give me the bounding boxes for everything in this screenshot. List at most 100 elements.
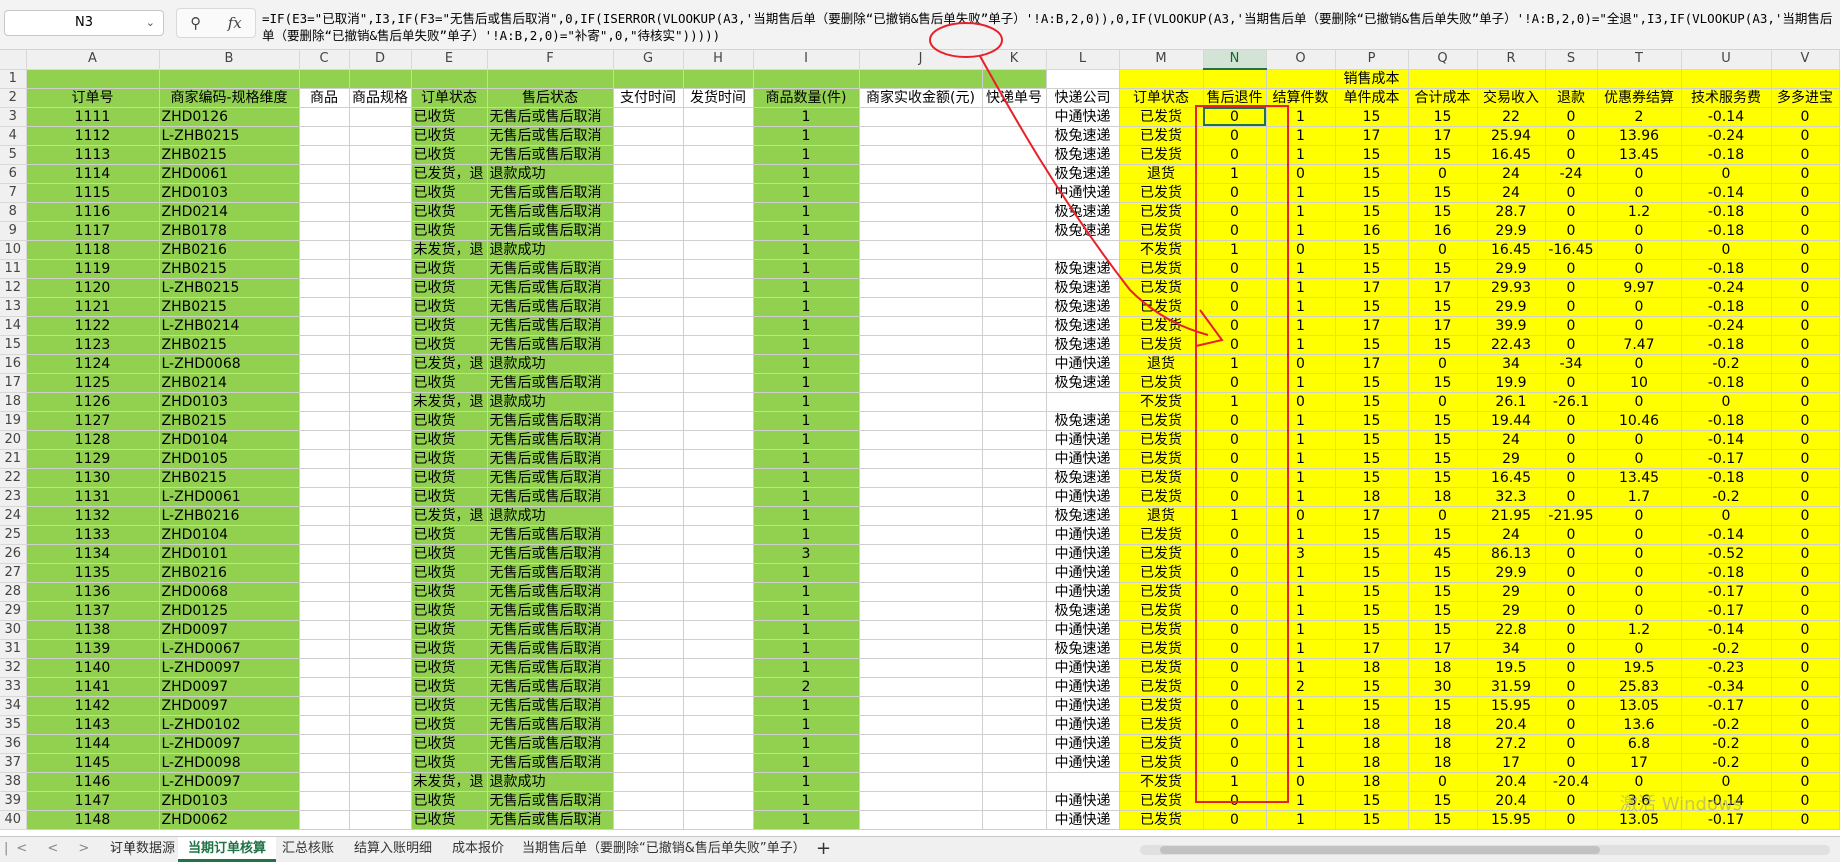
cell[interactable]: 28.7 [1477,202,1546,222]
header-cell[interactable]: 多多进宝 [1771,88,1840,108]
cell[interactable] [683,810,754,830]
cell[interactable]: 24 [1477,525,1546,545]
cell[interactable] [859,221,983,241]
cell[interactable]: 15 [1335,563,1409,583]
cell[interactable]: 10.46 [1597,411,1682,431]
cell[interactable]: 86.13 [1477,544,1546,564]
cell[interactable]: 已发货 [1119,582,1204,602]
cell[interactable] [299,791,350,811]
cell[interactable]: 0 [1771,392,1840,412]
cell[interactable] [859,715,983,735]
cell[interactable]: 1134 [26,544,160,564]
cell[interactable] [613,183,684,203]
cell[interactable] [982,392,1047,412]
cell[interactable] [1203,69,1267,89]
cell[interactable]: -0.2 [1681,734,1772,754]
cell[interactable] [859,658,983,678]
cell[interactable]: 已收货 [411,696,488,716]
cell[interactable]: 0 [1597,544,1682,564]
cell[interactable]: 1119 [26,259,160,279]
cell[interactable]: L-ZHD0097 [159,734,300,754]
cell[interactable]: 已发货 [1119,259,1204,279]
cell[interactable]: 已发货 [1119,335,1204,355]
row-number[interactable]: 15 [0,335,27,355]
refund-return-cell[interactable]: 0 [1203,411,1267,431]
cell[interactable]: 0 [1771,487,1840,507]
header-cell[interactable]: 单件成本 [1335,88,1409,108]
cell[interactable]: 1128 [26,430,160,450]
cell[interactable] [859,240,983,260]
cell[interactable]: 中通快递 [1046,107,1120,127]
cell[interactable]: 1118 [26,240,160,260]
cell[interactable]: 17 [1335,639,1409,659]
cell[interactable]: 18 [1408,734,1478,754]
cell[interactable] [299,753,350,773]
cell[interactable]: L-ZHD0068 [159,354,300,374]
column-header-i[interactable]: I [753,50,860,70]
refund-return-cell[interactable]: 0 [1203,791,1267,811]
cell[interactable]: 0 [1771,639,1840,659]
cell[interactable]: -24 [1545,164,1598,184]
cell[interactable] [982,563,1047,583]
cell[interactable]: 已发货 [1119,297,1204,317]
row-number[interactable]: 33 [0,677,27,697]
cell[interactable]: 15 [1408,411,1478,431]
cell[interactable]: 中通快递 [1046,734,1120,754]
cell[interactable]: -0.14 [1681,183,1772,203]
cell[interactable]: 20.4 [1477,715,1546,735]
row-number[interactable]: 28 [0,582,27,602]
header-cell[interactable]: 商品数量(件) [753,88,860,108]
cell[interactable]: ZHD0126 [159,107,300,127]
cell[interactable]: 无售后或售后取消 [487,259,614,279]
cell[interactable]: 不发货 [1119,772,1204,792]
cell[interactable]: L-ZHD0102 [159,715,300,735]
cell[interactable]: 中通快递 [1046,677,1120,697]
column-header-q[interactable]: Q [1408,50,1478,70]
row-number[interactable]: 23 [0,487,27,507]
cell[interactable]: 0 [1266,354,1336,374]
cell[interactable] [859,544,983,564]
cell[interactable]: L-ZHB0215 [159,126,300,146]
cell[interactable]: 已收货 [411,563,488,583]
cell[interactable]: L-ZHB0216 [159,506,300,526]
cell[interactable]: 无售后或售后取消 [487,563,614,583]
cell[interactable]: 已发货 [1119,411,1204,431]
cell[interactable]: 已发货，退 [411,354,488,374]
cell[interactable]: 13.45 [1597,468,1682,488]
cell[interactable]: 已发货，退 [411,506,488,526]
cell[interactable]: 中通快递 [1046,563,1120,583]
scrollbar-thumb[interactable] [1160,846,1600,854]
cell[interactable] [859,69,983,89]
cell[interactable]: 1123 [26,335,160,355]
cell[interactable]: 0 [1545,126,1598,146]
cell[interactable] [982,373,1047,393]
cell[interactable] [299,620,350,640]
cell[interactable] [859,791,983,811]
cell[interactable]: 1 [753,791,860,811]
cell[interactable]: 1137 [26,601,160,621]
cell[interactable] [859,468,983,488]
cell[interactable] [299,354,350,374]
cell[interactable]: 无售后或售后取消 [487,582,614,602]
cell[interactable]: 1139 [26,639,160,659]
cell[interactable]: 已发货 [1119,316,1204,336]
cell[interactable]: 18 [1408,487,1478,507]
cell[interactable]: 已收货 [411,202,488,222]
cell[interactable]: 1133 [26,525,160,545]
cell[interactable] [613,677,684,697]
cell[interactable]: -0.18 [1681,297,1772,317]
cell[interactable]: 15 [1408,563,1478,583]
cell[interactable]: 24 [1477,164,1546,184]
cell[interactable]: 31.59 [1477,677,1546,697]
cell[interactable]: 22 [1477,107,1546,127]
cell[interactable]: 1 [1266,373,1336,393]
cell[interactable] [859,126,983,146]
refund-return-cell[interactable]: 1 [1203,506,1267,526]
cell[interactable] [982,506,1047,526]
row-number[interactable]: 5 [0,145,27,165]
cell[interactable]: 29.9 [1477,221,1546,241]
cell[interactable] [1266,69,1336,89]
row-number[interactable]: 18 [0,392,27,412]
cell[interactable] [683,316,754,336]
row-number[interactable]: 2 [0,88,27,108]
